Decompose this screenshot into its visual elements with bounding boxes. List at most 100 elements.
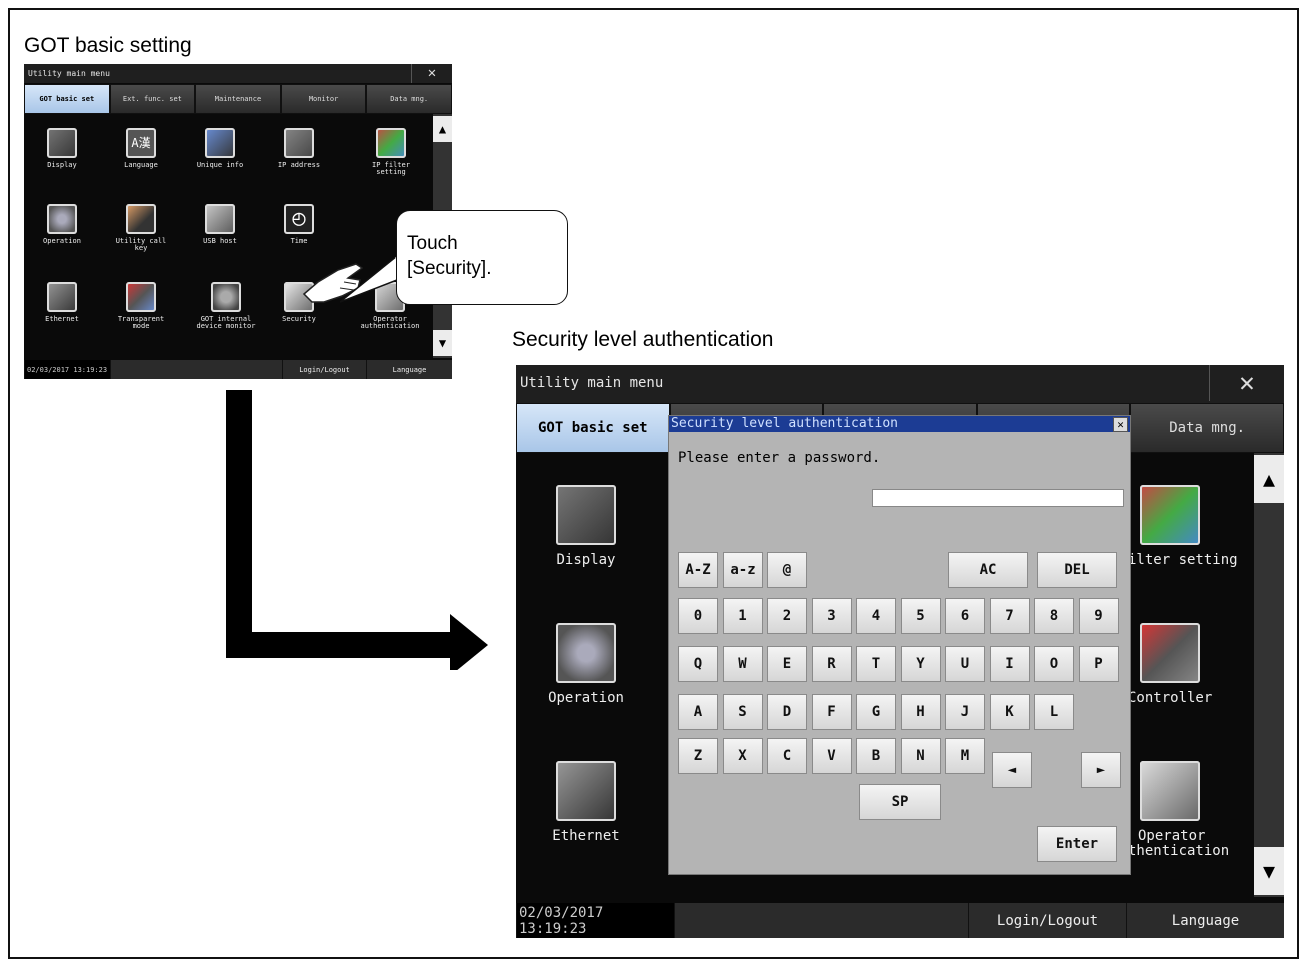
- menu-item-ip-filter-setting[interactable]: IP filter setting: [356, 128, 426, 177]
- callout-pointer: [340, 255, 399, 303]
- key-v[interactable]: V: [811, 738, 852, 774]
- menu-item-got-internal-device-monitor[interactable]: GOT internal device monitor: [190, 282, 262, 331]
- menu-item-display[interactable]: Display: [32, 128, 92, 169]
- menu-item-label: USB host: [203, 237, 237, 245]
- key-symbol[interactable]: @: [767, 552, 807, 588]
- key-c[interactable]: C: [767, 738, 807, 774]
- key-2[interactable]: 2: [767, 598, 807, 634]
- tab-data-mng[interactable]: Data mng.: [366, 84, 452, 114]
- key-e[interactable]: E: [767, 646, 807, 682]
- callout-text-line1: Touch: [407, 233, 458, 254]
- key-a[interactable]: A: [678, 694, 718, 730]
- key-r[interactable]: R: [811, 646, 852, 682]
- menu-item-ethernet[interactable]: Ethernet: [526, 761, 646, 844]
- menu-item-transparent-mode[interactable]: Transparent mode: [111, 282, 171, 331]
- key-y[interactable]: Y: [900, 646, 941, 682]
- menu-item-ethernet[interactable]: Ethernet: [32, 282, 92, 323]
- menu-item-unique-info[interactable]: Unique info: [190, 128, 250, 169]
- key-w[interactable]: W: [722, 646, 763, 682]
- key-8[interactable]: 8: [1034, 598, 1074, 634]
- menu-item-controller[interactable]: Controller: [1128, 623, 1252, 706]
- key-q[interactable]: Q: [678, 646, 718, 682]
- key-7[interactable]: 7: [989, 598, 1030, 634]
- close-button[interactable]: ✕: [1209, 365, 1284, 401]
- menu-item-language[interactable]: A漢 Language: [111, 128, 171, 169]
- password-field[interactable]: [872, 489, 1124, 507]
- key-f[interactable]: F: [811, 694, 852, 730]
- key-k[interactable]: K: [989, 694, 1030, 730]
- key-delete[interactable]: DEL: [1037, 552, 1117, 588]
- dialog-title: Security level authentication: [669, 416, 1130, 432]
- key-space[interactable]: SP: [859, 784, 941, 820]
- menu-item-display[interactable]: Display: [526, 485, 646, 568]
- title-bar: Utility main menu ✕: [24, 64, 452, 83]
- key-5[interactable]: 5: [900, 598, 941, 634]
- key-o[interactable]: O: [1034, 646, 1074, 682]
- menu-item-operator-authentication[interactable]: Operator thentication: [1128, 761, 1252, 858]
- window-title: Utility main menu: [520, 375, 664, 391]
- scroll-up-button[interactable]: ▲: [433, 116, 452, 142]
- controller-icon: [1140, 623, 1200, 683]
- key-p[interactable]: P: [1078, 646, 1119, 682]
- callout-bubble: Touch [Security].: [396, 210, 568, 305]
- tab-ext-func-set[interactable]: Ext. func. set: [109, 84, 196, 114]
- key-lower-case[interactable]: a-z: [723, 552, 763, 588]
- status-datetime: 02/03/2017 13:19:23: [24, 360, 110, 379]
- key-i[interactable]: I: [989, 646, 1030, 682]
- menu-item-label: Display: [47, 161, 77, 169]
- key-l[interactable]: L: [1034, 694, 1074, 730]
- key-3[interactable]: 3: [811, 598, 852, 634]
- tab-monitor[interactable]: Monitor: [280, 84, 367, 114]
- menu-item-ip-filter-setting[interactable]: ilter setting: [1128, 485, 1252, 568]
- scroll-up-button[interactable]: ▲: [1254, 455, 1284, 503]
- key-9[interactable]: 9: [1078, 598, 1119, 634]
- menu-item-operation[interactable]: Operation: [32, 204, 92, 245]
- key-m[interactable]: M: [945, 738, 985, 774]
- key-z[interactable]: Z: [678, 738, 718, 774]
- key-x[interactable]: X: [722, 738, 763, 774]
- menu-item-ip-address[interactable]: IP address: [269, 128, 329, 169]
- login-logout-button[interactable]: Login/Logout: [968, 903, 1126, 938]
- key-all-clear[interactable]: AC: [948, 552, 1028, 588]
- ip-filter-icon: [376, 128, 406, 158]
- menu-item-utility-call-key[interactable]: Utility call key: [111, 204, 171, 253]
- menu-item-time[interactable]: ◴ Time: [269, 204, 329, 245]
- key-1[interactable]: 1: [722, 598, 763, 634]
- ip-filter-icon: [1140, 485, 1200, 545]
- title-bar: Utility main menu ✕: [516, 365, 1284, 403]
- key-cursor-left[interactable]: ◄: [992, 752, 1032, 788]
- menu-item-operation[interactable]: Operation: [526, 623, 646, 706]
- menu-item-label: IP address: [277, 161, 321, 169]
- tab-maintenance[interactable]: Maintenance: [195, 84, 281, 114]
- menu-item-usb-host[interactable]: USB host: [190, 204, 250, 245]
- key-d[interactable]: D: [767, 694, 807, 730]
- tab-got-basic-set[interactable]: GOT basic set: [516, 403, 670, 453]
- key-4[interactable]: 4: [856, 598, 896, 634]
- key-t[interactable]: T: [856, 646, 896, 682]
- key-n[interactable]: N: [900, 738, 941, 774]
- status-datetime: 02/03/2017 13:19:23: [516, 903, 674, 938]
- dialog-close-button[interactable]: ✕: [1113, 417, 1128, 432]
- ethernet-icon: [47, 282, 77, 312]
- key-enter[interactable]: Enter: [1037, 826, 1117, 862]
- key-u[interactable]: U: [945, 646, 985, 682]
- language-button[interactable]: Language: [366, 360, 452, 379]
- key-upper-case[interactable]: A-Z: [678, 552, 718, 588]
- key-s[interactable]: S: [722, 694, 763, 730]
- scroll-down-button[interactable]: ▼: [1254, 847, 1284, 895]
- login-logout-button[interactable]: Login/Logout: [282, 360, 366, 379]
- key-b[interactable]: B: [856, 738, 896, 774]
- key-0[interactable]: 0: [678, 598, 718, 634]
- scrollbar[interactable]: ▲ ▼: [1254, 453, 1284, 897]
- close-button[interactable]: ✕: [411, 64, 452, 83]
- language-button[interactable]: Language: [1126, 903, 1284, 938]
- key-cursor-right[interactable]: ►: [1081, 752, 1121, 788]
- key-6[interactable]: 6: [945, 598, 985, 634]
- key-h[interactable]: H: [900, 694, 941, 730]
- display-icon: [556, 485, 616, 545]
- scroll-down-button[interactable]: ▼: [433, 330, 452, 356]
- tab-got-basic-set[interactable]: GOT basic set: [24, 84, 110, 114]
- tab-data-mng[interactable]: Data mng.: [1130, 403, 1284, 453]
- key-j[interactable]: J: [945, 694, 985, 730]
- key-g[interactable]: G: [856, 694, 896, 730]
